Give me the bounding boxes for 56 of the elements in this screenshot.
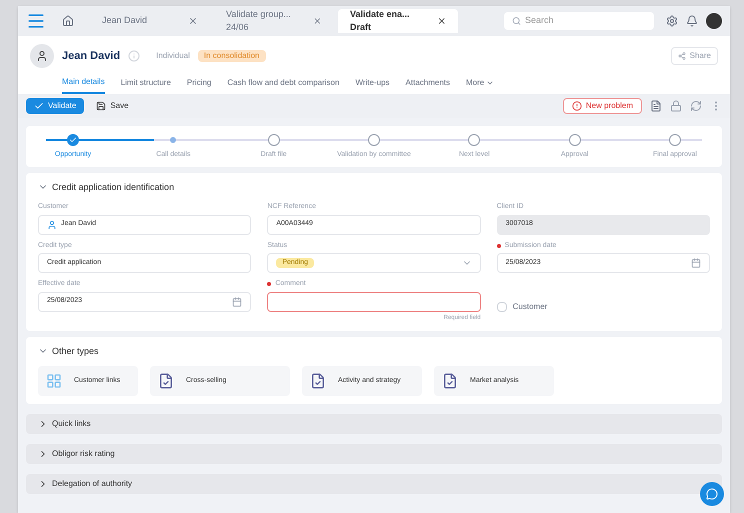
save-icon [96, 101, 106, 111]
info-icon[interactable] [128, 50, 140, 62]
section-title: Other types [52, 344, 99, 358]
lock-icon[interactable] [670, 100, 682, 112]
document-icon [158, 373, 174, 389]
bell-icon[interactable] [686, 15, 698, 27]
validate-button[interactable]: Validate [26, 98, 84, 114]
section-tab[interactable]: Pricing [186, 73, 212, 93]
section-tab[interactable]: More [466, 73, 494, 93]
checkbox[interactable] [496, 302, 507, 312]
check-icon [69, 136, 77, 144]
step-marker[interactable] [368, 134, 380, 146]
section-tab[interactable]: Attachments [406, 73, 450, 93]
section-tab[interactable]: Cash flow and debt comparison [227, 73, 340, 93]
document-icon [310, 373, 326, 389]
tab[interactable]: Validate group... 24/06 [214, 9, 334, 33]
person-icon [47, 220, 57, 230]
home-icon[interactable] [62, 15, 74, 27]
share-icon [678, 52, 686, 60]
save-button[interactable]: Save [92, 100, 133, 112]
input-field[interactable] [267, 292, 481, 312]
collapsed-section[interactable]: Quick links [26, 414, 722, 434]
search-field[interactable]: Search [525, 14, 646, 28]
collapsed-section[interactable]: Delegation of authority [26, 474, 722, 494]
calendar-icon[interactable] [232, 296, 242, 306]
step-marker[interactable] [668, 134, 681, 146]
new-problem-button[interactable]: New problem [562, 98, 642, 114]
document-icon[interactable] [650, 100, 662, 112]
tab[interactable]: Validate ena... Draft [338, 9, 458, 33]
document-icon [442, 373, 458, 389]
section-tab[interactable]: Limit structure [120, 73, 171, 93]
calendar-icon[interactable] [690, 258, 701, 268]
check-icon [34, 101, 44, 111]
collapsed-section[interactable]: Obligor risk rating [26, 444, 722, 464]
person-icon [36, 50, 48, 62]
step-marker[interactable] [468, 134, 480, 146]
refresh-icon[interactable] [690, 100, 702, 112]
search-icon [512, 16, 522, 26]
close-icon[interactable] [436, 16, 446, 26]
tab[interactable]: Jean David [90, 9, 210, 33]
section-title: Credit application identification [52, 180, 174, 194]
checkbox-label: Customer [512, 300, 548, 313]
avatar[interactable] [706, 13, 722, 29]
alert-icon [572, 101, 582, 111]
customer-name: Jean David [62, 48, 120, 64]
step-marker[interactable] [67, 134, 79, 146]
status-badge: In consolidation [198, 50, 266, 62]
step-marker[interactable] [568, 134, 581, 146]
grid-icon [46, 373, 62, 389]
step-marker[interactable] [268, 134, 280, 146]
settings-icon[interactable] [666, 15, 678, 27]
caret-icon [486, 79, 494, 87]
search-box[interactable]: Search [504, 12, 654, 30]
chat-icon [706, 488, 718, 500]
section-tab[interactable]: Write-ups [355, 73, 390, 93]
customer-type: Individual [156, 50, 190, 62]
